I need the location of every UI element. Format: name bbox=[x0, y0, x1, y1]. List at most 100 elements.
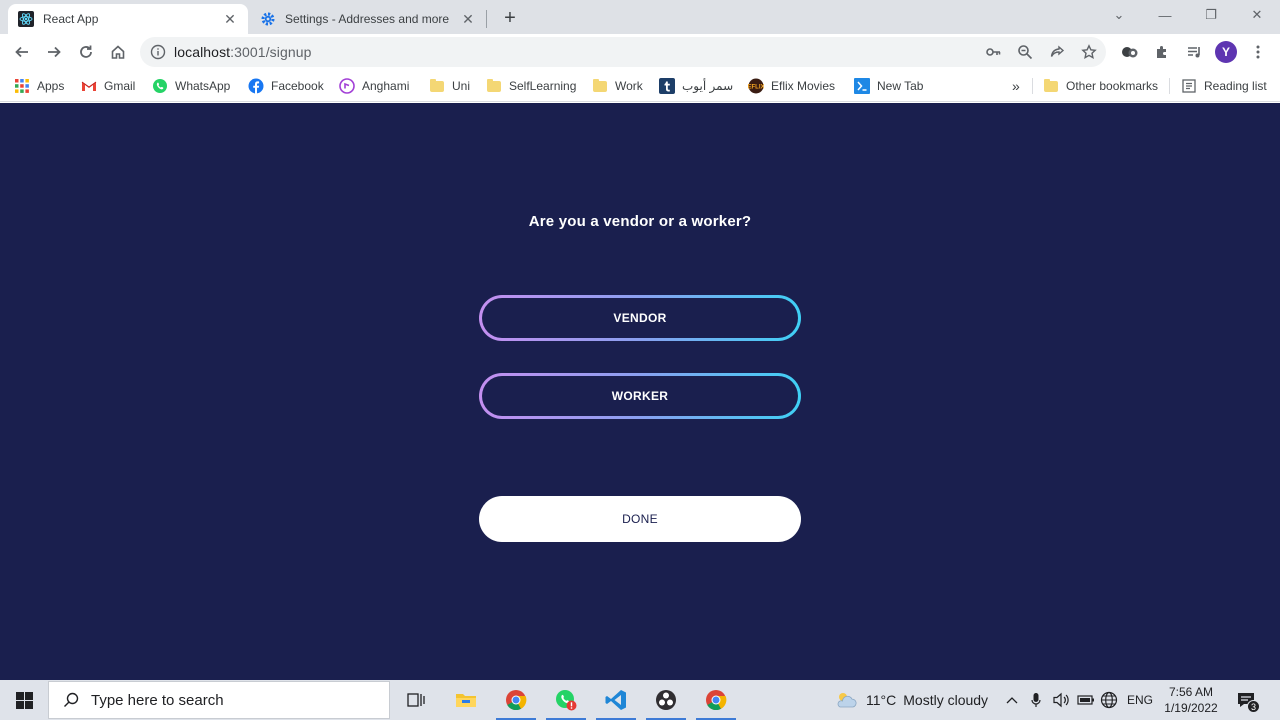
anghami-icon bbox=[339, 78, 355, 94]
bookmark-label: SelfLearning bbox=[509, 79, 577, 93]
info-icon[interactable] bbox=[150, 44, 166, 60]
file-explorer-icon bbox=[456, 694, 476, 707]
bookmark-folder-work[interactable]: Work bbox=[592, 76, 643, 96]
reload-button[interactable] bbox=[72, 38, 100, 66]
signup-page: Are you a vendor or a worker? VENDOR WOR… bbox=[0, 103, 1280, 680]
bookmark-facebook[interactable]: Facebook bbox=[248, 76, 324, 96]
close-icon[interactable]: ✕ bbox=[460, 11, 476, 27]
vendor-label: VENDOR bbox=[482, 298, 798, 338]
task-view-button[interactable] bbox=[392, 680, 440, 720]
svg-text:EFLIX: EFLIX bbox=[748, 85, 764, 91]
home-icon bbox=[111, 45, 125, 59]
profile-avatar[interactable]: Y bbox=[1215, 41, 1237, 63]
volume-icon[interactable] bbox=[1052, 680, 1070, 720]
chrome-icon bbox=[706, 690, 727, 711]
folder-icon bbox=[429, 78, 445, 94]
whatsapp-icon bbox=[556, 690, 577, 711]
back-button[interactable] bbox=[8, 38, 36, 66]
tab-title: React App bbox=[43, 12, 99, 26]
whatsapp-taskbar-button[interactable] bbox=[542, 680, 590, 720]
language-indicator[interactable]: ENG bbox=[1127, 680, 1153, 720]
windows-logo-icon bbox=[15, 691, 33, 709]
weather-widget[interactable]: 11°C Mostly cloudy bbox=[834, 680, 988, 720]
microphone-icon[interactable] bbox=[1031, 680, 1041, 720]
chrome-taskbar-button[interactable] bbox=[492, 680, 540, 720]
taskbar-search[interactable]: Type here to search bbox=[48, 681, 390, 719]
chrome-taskbar-button-2[interactable] bbox=[692, 680, 740, 720]
forward-arrow-icon bbox=[48, 46, 61, 58]
extension-icon[interactable] bbox=[1116, 38, 1144, 66]
share-icon[interactable] bbox=[1044, 41, 1070, 63]
bookmark-separator bbox=[1169, 78, 1170, 94]
url-host: localhost bbox=[174, 44, 231, 60]
bookmark-label: Gmail bbox=[104, 79, 136, 93]
folder-icon bbox=[592, 78, 608, 94]
bookmark-apps[interactable]: Apps bbox=[14, 76, 64, 96]
weather-temp: 11°C bbox=[866, 692, 897, 708]
bookmark-label: Reading list bbox=[1204, 79, 1267, 93]
bookmark-separator bbox=[1032, 78, 1033, 94]
star-icon[interactable] bbox=[1076, 41, 1102, 63]
bookmark-anghami[interactable]: Anghami bbox=[339, 76, 409, 96]
bookmark-other-bookmarks[interactable]: Other bookmarks bbox=[1043, 76, 1158, 96]
browser-toolbar: localhost:3001/signup Y bbox=[0, 34, 1280, 70]
bookmark-eflix[interactable]: EFLIX Eflix Movies bbox=[748, 76, 835, 96]
tab-settings[interactable]: Settings - Addresses and more ✕ bbox=[250, 4, 486, 34]
tray-overflow-chevron-icon[interactable] bbox=[1006, 680, 1018, 720]
bookmarks-bar: Apps Gmail WhatsApp Facebook Anghami Uni… bbox=[0, 70, 1280, 102]
worker-button[interactable]: WORKER bbox=[479, 373, 801, 419]
bookmark-label: سمر أيوب bbox=[682, 79, 734, 93]
tab-search-icon[interactable]: ⌄ bbox=[1096, 0, 1142, 30]
search-placeholder: Type here to search bbox=[91, 691, 224, 709]
bookmark-folder-selflearning[interactable]: SelfLearning bbox=[486, 76, 576, 96]
media-control-icon[interactable] bbox=[1180, 38, 1208, 66]
menu-icon[interactable] bbox=[1244, 38, 1272, 66]
bookmark-whatsapp[interactable]: WhatsApp bbox=[152, 76, 230, 96]
whatsapp-icon bbox=[152, 78, 168, 94]
tab-strip: React App ✕ Settings - Addresses and mor… bbox=[0, 0, 1280, 34]
weather-text: Mostly cloudy bbox=[903, 692, 989, 708]
bookmark-label: Anghami bbox=[362, 79, 410, 93]
close-icon[interactable]: ✕ bbox=[222, 11, 238, 27]
done-button[interactable]: DONE bbox=[479, 496, 801, 542]
vscode-taskbar-button[interactable] bbox=[592, 680, 640, 720]
worker-label: WORKER bbox=[482, 376, 798, 416]
battery-icon[interactable] bbox=[1077, 680, 1095, 720]
apps-grid-icon bbox=[14, 78, 30, 94]
start-button[interactable] bbox=[0, 680, 48, 720]
tab-separator bbox=[486, 10, 487, 28]
close-window-button[interactable]: ✕ bbox=[1234, 0, 1280, 30]
tab-react-app[interactable]: React App ✕ bbox=[8, 4, 248, 34]
bookmark-label: New Tab bbox=[877, 79, 924, 93]
bookmark-gmail[interactable]: Gmail bbox=[81, 76, 135, 96]
bookmark-new-tab[interactable]: New Tab bbox=[854, 76, 923, 96]
home-button[interactable] bbox=[104, 38, 132, 66]
folder-icon bbox=[1043, 78, 1059, 94]
restore-button[interactable]: ❐ bbox=[1188, 0, 1234, 30]
new-tab-button[interactable]: + bbox=[498, 6, 522, 30]
minimize-button[interactable]: — bbox=[1142, 0, 1188, 30]
react-icon bbox=[18, 11, 34, 27]
facebook-icon bbox=[248, 78, 264, 94]
system-clock[interactable]: 7:56 AM 1/19/2022 bbox=[1160, 684, 1222, 716]
forward-button[interactable] bbox=[40, 38, 68, 66]
url-path: :3001/signup bbox=[230, 44, 312, 60]
bookmark-folder-uni[interactable]: Uni bbox=[429, 76, 470, 96]
task-view-icon bbox=[407, 693, 425, 707]
vendor-button[interactable]: VENDOR bbox=[479, 295, 801, 341]
puzzle-icon[interactable] bbox=[1148, 38, 1176, 66]
bookmark-arabic[interactable]: سمر أيوب bbox=[659, 76, 733, 96]
file-explorer-button[interactable] bbox=[442, 680, 490, 720]
key-icon[interactable] bbox=[980, 41, 1006, 63]
notification-center-button[interactable]: 3 bbox=[1236, 680, 1260, 720]
address-bar[interactable]: localhost:3001/signup bbox=[140, 37, 1106, 67]
network-globe-icon[interactable] bbox=[1100, 680, 1118, 720]
reading-list-button[interactable]: Reading list bbox=[1181, 76, 1267, 96]
notification-count-badge: 3 bbox=[1247, 700, 1260, 713]
reading-list-icon bbox=[1181, 78, 1197, 94]
bookmark-label: Facebook bbox=[271, 79, 324, 93]
bookmarks-overflow-button[interactable]: » bbox=[1012, 76, 1020, 96]
bookmark-label: Other bookmarks bbox=[1066, 79, 1159, 93]
zoom-icon[interactable] bbox=[1012, 41, 1038, 63]
obs-taskbar-button[interactable] bbox=[642, 680, 690, 720]
